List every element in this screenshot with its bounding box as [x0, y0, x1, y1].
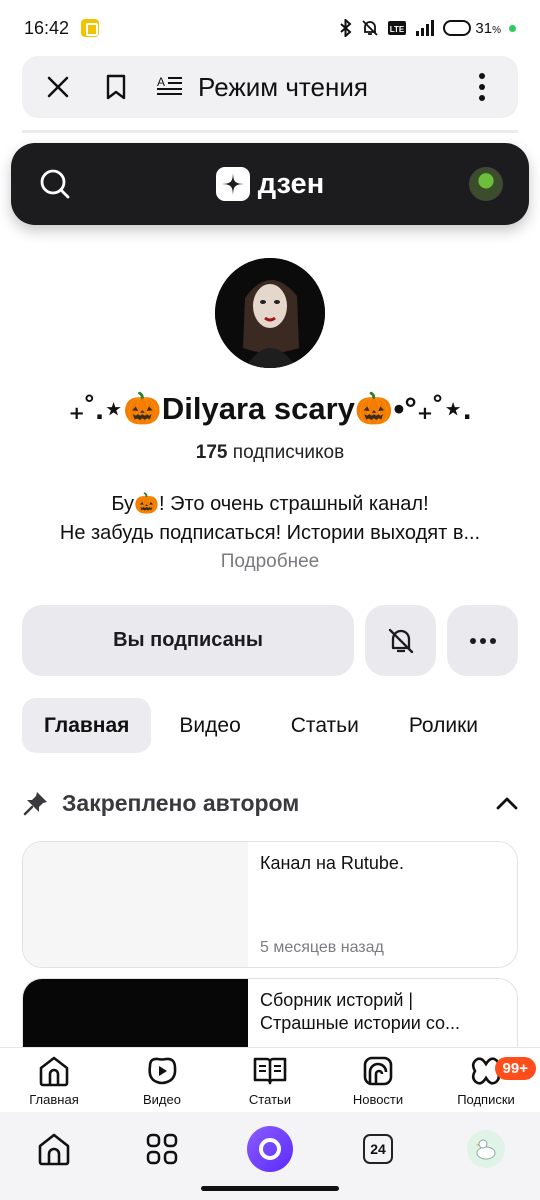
- goose-avatar-icon: [467, 1130, 505, 1168]
- svg-text:A: A: [157, 75, 165, 89]
- pinned-card[interactable]: Канал на Rutube. 5 месяцев назад: [22, 841, 518, 968]
- home-outline-icon: [38, 1133, 70, 1166]
- volte-icon: LTE: [388, 21, 407, 35]
- notifications-button[interactable]: [365, 605, 436, 676]
- nav-item-subscriptions[interactable]: Подписки 99+: [432, 1054, 540, 1107]
- nav-item-news[interactable]: Новости: [324, 1054, 432, 1107]
- pin-icon: [23, 792, 47, 816]
- bookmark-icon: [106, 74, 126, 100]
- nav-item-video[interactable]: Видео: [108, 1054, 216, 1107]
- svg-text:LTE: LTE: [390, 25, 405, 34]
- alice-icon: [247, 1126, 293, 1172]
- toolbar-divider: [22, 130, 518, 133]
- status-time: 16:42: [24, 17, 70, 38]
- status-bar: 16:42 LTE 31%: [0, 0, 540, 56]
- more-link[interactable]: Подробнее: [0, 551, 540, 573]
- chevron-up-icon[interactable]: [496, 796, 518, 810]
- nav-label: Подписки: [457, 1092, 515, 1107]
- dzen-logo[interactable]: дзен: [215, 167, 325, 201]
- card-thumbnail: [23, 842, 248, 967]
- tabs-count-icon: 24: [363, 1134, 393, 1164]
- pinned-title: Закреплено автором: [62, 789, 300, 816]
- card-title: Канал на Rutube.: [260, 853, 404, 873]
- channel-name: ₊˚.⋆🎃Dilyara scary🎃•°₊˚⋆.: [68, 391, 472, 426]
- video-icon: [148, 1057, 177, 1085]
- dzen-bottom-nav: Главная Видео Статьи Новости Подписки 99…: [0, 1047, 540, 1111]
- card-date: 5 месяцев назад: [260, 939, 384, 956]
- profile-button[interactable]: [456, 1119, 516, 1179]
- bell-muted-icon: [362, 20, 379, 36]
- nav-label: Новости: [352, 1092, 404, 1107]
- tab-video[interactable]: Видео: [157, 698, 262, 753]
- tab-main[interactable]: Главная: [22, 698, 152, 753]
- subscriptions-badge: 99+: [494, 1057, 536, 1080]
- tabs-button[interactable]: 24: [348, 1119, 408, 1179]
- user-avatar[interactable]: [468, 167, 503, 201]
- articles-icon: [253, 1057, 287, 1085]
- reader-mode-icon: A: [157, 75, 182, 95]
- battery-percent: 31%: [475, 19, 501, 37]
- close-button[interactable]: [38, 67, 78, 107]
- reader-toolbar: A Режим чтения: [22, 56, 518, 118]
- search-icon[interactable]: [39, 168, 71, 200]
- more-vertical-icon: [479, 73, 485, 101]
- nav-label: Видео: [143, 1092, 181, 1107]
- tab-shorts[interactable]: Ролики: [387, 698, 500, 753]
- subscribed-button[interactable]: Вы подписаны: [22, 605, 354, 676]
- home-icon: [39, 1056, 69, 1087]
- menu-button[interactable]: [462, 67, 502, 107]
- more-options-button[interactable]: [447, 605, 518, 676]
- more-horizontal-icon: [469, 637, 496, 644]
- news-icon: [363, 1056, 393, 1086]
- nav-item-articles[interactable]: Статьи: [216, 1054, 324, 1107]
- battery-icon: [443, 20, 472, 36]
- nav-item-home[interactable]: Главная: [0, 1054, 108, 1107]
- grid-icon: [146, 1133, 178, 1165]
- reader-mode-title[interactable]: Режим чтения: [198, 72, 462, 103]
- bluetooth-icon: [340, 19, 352, 37]
- browser-home-button[interactable]: [24, 1119, 84, 1179]
- card-title: Сборник историй | Страшные истории со...: [260, 990, 461, 1033]
- signal-icon: [416, 20, 435, 36]
- battery-indicator: 31%: [443, 20, 501, 37]
- services-grid-button[interactable]: [132, 1119, 192, 1179]
- privacy-indicator-dot: [509, 24, 516, 32]
- nav-label: Главная: [29, 1092, 79, 1107]
- nav-label: Статьи: [248, 1092, 292, 1107]
- pinned-header[interactable]: Закреплено автором: [22, 782, 518, 824]
- close-icon: [47, 76, 69, 98]
- channel-tabs: Главная Видео Статьи Ролики: [22, 698, 540, 753]
- channel-description: Бу🎃! Это очень страшный канал! Не забудь…: [59, 493, 481, 544]
- alice-button[interactable]: [240, 1119, 300, 1179]
- tab-articles[interactable]: Статьи: [269, 698, 381, 753]
- dzen-logo-text: дзен: [257, 167, 325, 200]
- dzen-logo-icon: [215, 167, 250, 201]
- reader-mode-button[interactable]: A: [150, 67, 190, 107]
- notification-app-icon: [81, 19, 100, 37]
- channel-avatar: [215, 258, 325, 368]
- bell-off-icon: [388, 628, 413, 653]
- subscribers-count: 175 подписчиков: [195, 442, 345, 463]
- home-indicator[interactable]: [201, 1186, 339, 1191]
- dzen-header: дзен: [11, 143, 529, 225]
- bookmark-button[interactable]: [96, 67, 136, 107]
